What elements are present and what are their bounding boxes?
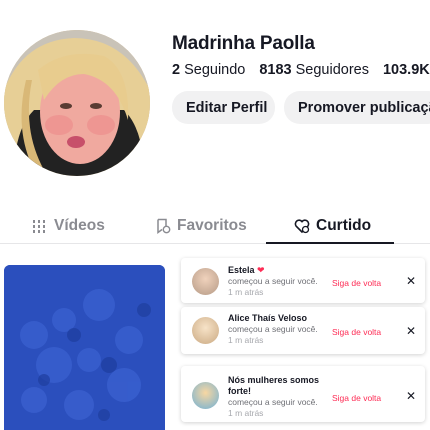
active-tab-indicator [266,242,394,244]
followers-label: Seguidores [295,62,369,78]
profile-stats: 2 Seguindo 8183 Seguidores 103.9K [172,62,430,78]
notification-avatar[interactable] [192,268,219,295]
notification-time: 1 m atrás [228,335,264,345]
notification-text: Alice Thaís Veloso começou a seguir você… [228,313,318,346]
notification-avatar[interactable] [192,382,219,409]
profile-username: Madrinha Paolla [172,33,315,54]
notification-avatar[interactable] [192,317,219,344]
profile-tabs: Vídeos Favoritos Curtido [0,207,430,244]
tab-liked[interactable]: Curtido [294,207,371,244]
notification-text: Estela ❤ começou a seguir você. 1 m atrá… [228,265,318,298]
heart-icon [294,218,310,233]
likes-count: 103.9K [382,62,430,78]
tab-videos-label: Vídeos [54,216,105,234]
follow-notification[interactable]: Alice Thaís Veloso começou a seguir você… [181,307,425,354]
promote-post-button[interactable]: Promover publicação [284,91,430,124]
notification-name: Estela ❤ [228,265,265,275]
follow-notification[interactable]: Nós mulheres somos forte! começou a segu… [181,366,425,422]
tab-liked-label: Curtido [316,216,372,234]
likes-stat[interactable]: 103.9K [383,62,430,78]
followers-stat[interactable]: 8183 Seguidores [259,62,369,78]
close-icon[interactable]: ✕ [406,390,416,402]
notification-text: Nós mulheres somos forte! começou a segu… [228,375,320,419]
notification-action: começou a seguir você. [228,397,318,407]
following-stat[interactable]: 2 Seguindo [172,62,245,78]
video-thumbnail-image [4,265,165,430]
avatar-image [4,30,150,176]
heart-icon: ❤ [257,265,265,275]
follow-back-button[interactable]: Siga de volta [326,324,388,340]
following-label: Seguindo [184,62,246,78]
follow-back-button[interactable]: Siga de volta [326,275,388,291]
edit-profile-button[interactable]: Editar Perfil [172,91,275,124]
tab-favorites[interactable]: Favoritos [155,207,247,244]
grid-icon [33,219,45,233]
notification-time: 1 m atrás [228,287,264,297]
notification-name: Nós mulheres somos forte! [228,375,320,396]
followers-count: 8183 [259,62,292,78]
notification-name: Alice Thaís Veloso [228,313,308,323]
close-icon[interactable]: ✕ [406,275,416,287]
tab-videos[interactable]: Vídeos [32,207,105,244]
tab-favorites-label: Favoritos [177,216,247,234]
follow-notification[interactable]: Estela ❤ começou a seguir você. 1 m atrá… [181,258,425,303]
follow-back-button[interactable]: Siga de volta [326,390,388,406]
bookmark-icon [157,218,171,234]
close-icon[interactable]: ✕ [406,325,416,337]
profile-avatar[interactable] [4,30,150,176]
notification-action: começou a seguir você. [228,276,318,286]
notification-action: começou a seguir você. [228,324,318,334]
following-count: 2 [172,62,181,78]
notification-time: 1 m atrás [228,408,264,418]
liked-video-thumbnail[interactable] [4,265,165,430]
